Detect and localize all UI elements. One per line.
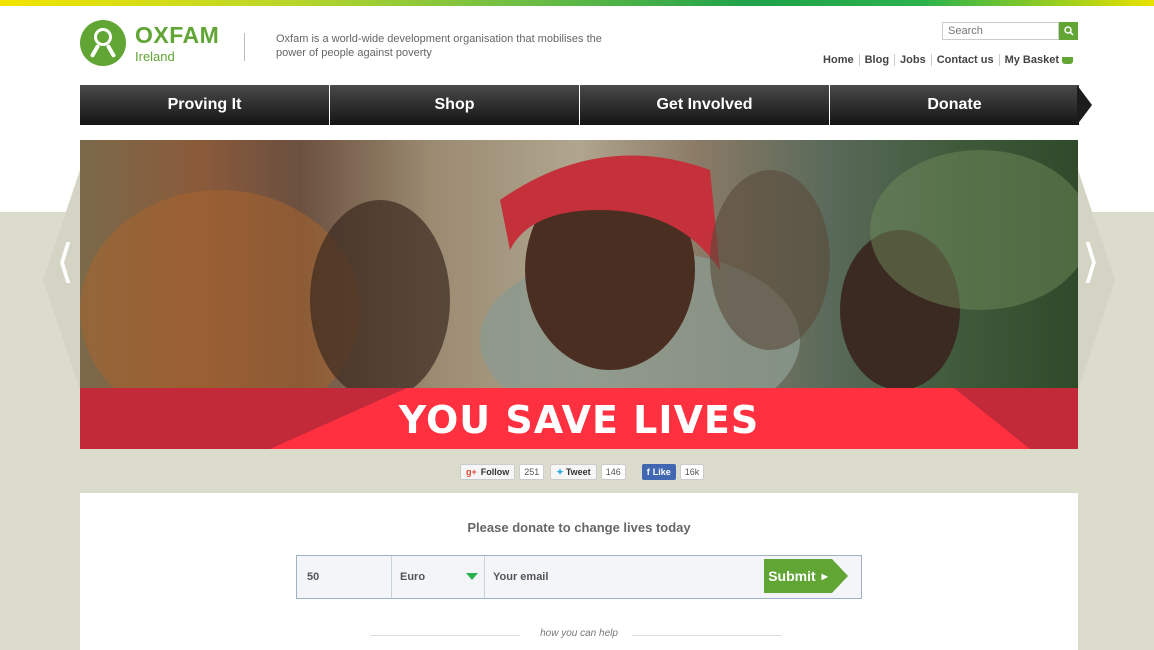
facebook-like-button[interactable]: f Like — [641, 464, 676, 480]
tweet-label: Tweet — [565, 467, 591, 477]
link-my-basket[interactable]: My Basket — [998, 54, 1078, 66]
oxfam-logo[interactable]: OXFAM Ireland — [80, 20, 219, 66]
social-buttons: g+ Follow 251 ✦ Tweet 146 f Like 16k — [460, 464, 705, 480]
main-nav: Proving It Shop Get Involved Donate — [80, 85, 1092, 125]
search-box — [942, 22, 1078, 40]
link-contact-us[interactable]: Contact us — [930, 54, 999, 66]
submit-button[interactable]: Submit ▶ — [764, 559, 848, 593]
header-divider — [244, 33, 245, 61]
search-input[interactable] — [942, 22, 1059, 40]
basket-label: My Basket — [1004, 54, 1059, 66]
link-blog[interactable]: Blog — [858, 54, 894, 66]
twitter-icon: ✦ — [556, 466, 564, 477]
currency-value: Euro — [400, 571, 426, 583]
basket-icon — [1062, 56, 1073, 64]
hero-banner: YOU SAVE LIVES — [80, 388, 1078, 449]
submit-label: Submit — [768, 568, 816, 584]
tweet-button[interactable]: ✦ Tweet — [550, 464, 597, 480]
how-you-can-help-label: how you can help — [540, 628, 618, 639]
currency-select[interactable]: Euro — [392, 556, 485, 598]
google-follow-button[interactable]: g+ Follow — [460, 464, 516, 480]
link-home[interactable]: Home — [818, 54, 859, 66]
amount-field[interactable]: 50 — [297, 556, 392, 598]
google-follow-label: Follow — [480, 467, 510, 477]
facebook-like-label: Like — [652, 467, 671, 477]
search-icon — [1063, 26, 1074, 36]
link-jobs[interactable]: Jobs — [894, 54, 931, 66]
oxfam-logo-icon — [80, 20, 126, 66]
google-follow-count: 251 — [519, 464, 545, 480]
top-links: Home Blog Jobs Contact us My Basket — [818, 54, 1078, 66]
facebook-like-count: 16k — [679, 464, 705, 480]
tagline: Oxfam is a world-wide development organi… — [276, 33, 602, 59]
nav-get-involved[interactable]: Get Involved — [580, 85, 830, 125]
chevron-down-icon — [466, 573, 478, 580]
top-color-stripe — [0, 0, 1154, 6]
tweet-count: 146 — [600, 464, 626, 480]
donate-panel: Please donate to change lives today 50 E… — [80, 493, 1078, 650]
play-arrow-icon: ▶ — [821, 571, 828, 581]
search-button[interactable] — [1059, 22, 1078, 40]
logo-subtitle: Ireland — [135, 48, 175, 64]
slider-prev-button[interactable]: ⟨ — [56, 238, 74, 284]
nav-donate-arrow — [1077, 85, 1092, 125]
hero-banner-text: YOU SAVE LIVES — [398, 398, 760, 442]
nav-shop[interactable]: Shop — [330, 85, 580, 125]
hero-image — [80, 140, 1078, 388]
logo-name: OXFAM — [135, 21, 220, 48]
facebook-icon: f — [646, 467, 650, 477]
slider-next-button[interactable]: ⟩ — [1082, 238, 1100, 284]
google-plus-icon: g+ — [466, 467, 477, 477]
nav-donate[interactable]: Donate — [830, 85, 1079, 125]
nav-proving-it[interactable]: Proving It — [80, 85, 330, 125]
donate-title: Please donate to change lives today — [467, 520, 691, 535]
